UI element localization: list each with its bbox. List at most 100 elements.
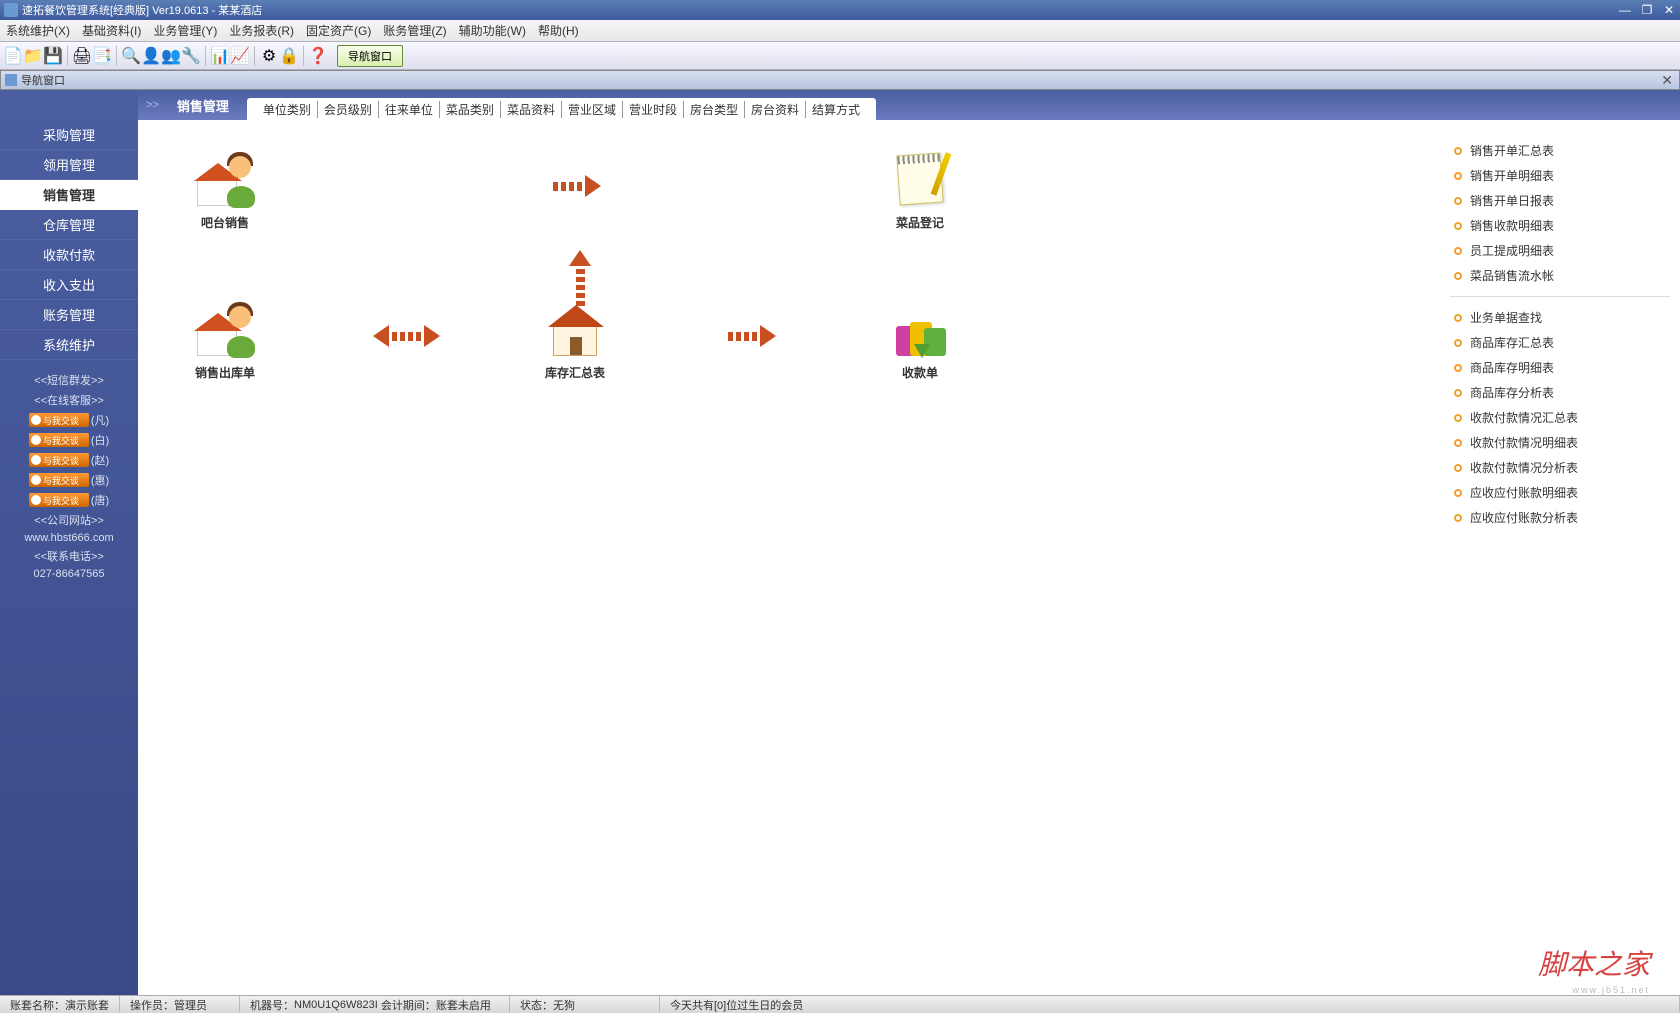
qq-link-5[interactable]: 与我交谈(唐) xyxy=(0,490,138,510)
company-site-label: <<公司网站>> xyxy=(0,510,138,530)
restore-button[interactable]: ❐ xyxy=(1636,3,1658,17)
tb-icon-12[interactable]: ⚙ xyxy=(260,47,278,65)
report-link[interactable]: 收款付款情况分析表 xyxy=(1450,455,1670,480)
report-label: 商品库存明细表 xyxy=(1470,359,1554,376)
sub-window-title: 导航窗口 xyxy=(21,72,65,88)
report-link[interactable]: 销售开单明细表 xyxy=(1450,163,1670,188)
tb-icon-13[interactable]: 🔒 xyxy=(280,47,298,65)
menubar: 系统维护(X) 基础资料(I) 业务管理(Y) 业务报表(R) 固定资产(G) … xyxy=(0,20,1680,42)
menu-assets[interactable]: 固定资产(G) xyxy=(306,22,371,39)
tb-icon-9[interactable]: 🔧 xyxy=(182,47,200,65)
arrow-right-2-icon xyxy=(728,325,776,347)
bullet-icon xyxy=(1454,272,1462,280)
online-service-label: <<在线客服>> xyxy=(0,390,138,410)
tb-icon-7[interactable]: 👤 xyxy=(142,47,160,65)
report-link[interactable]: 销售开单汇总表 xyxy=(1450,138,1670,163)
tab-unit-category[interactable]: 单位类别 xyxy=(257,101,318,118)
close-button[interactable]: ✕ xyxy=(1658,3,1680,17)
tb-icon-14[interactable]: ❓ xyxy=(309,47,327,65)
qq-link-2[interactable]: 与我交谈(白) xyxy=(0,430,138,450)
qq-link-4[interactable]: 与我交谈(惠) xyxy=(0,470,138,490)
report-link[interactable]: 菜品销售流水帐 xyxy=(1450,263,1670,288)
tb-icon-8[interactable]: 👥 xyxy=(162,47,180,65)
sms-link[interactable]: <<短信群发>> xyxy=(0,370,138,390)
sidebar-item-maintenance[interactable]: 系统维护 xyxy=(0,330,138,360)
section-header: >> 销售管理 单位类别 会员级别 往来单位 菜品类别 菜品资料 营业区域 营业… xyxy=(138,90,1680,120)
tb-icon-1[interactable]: 📄 xyxy=(4,47,22,65)
tab-member-level[interactable]: 会员级别 xyxy=(318,101,379,118)
bullet-icon xyxy=(1454,339,1462,347)
sidebar-item-income[interactable]: 收入支出 xyxy=(0,270,138,300)
sidebar-item-accounting[interactable]: 账务管理 xyxy=(0,300,138,330)
tb-icon-10[interactable]: 📊 xyxy=(211,47,229,65)
arrow-bidir-icon xyxy=(373,325,440,347)
arrow-up-icon xyxy=(569,250,591,306)
menu-reports[interactable]: 业务报表(R) xyxy=(229,22,294,39)
tab-room-type[interactable]: 房台类型 xyxy=(684,101,745,118)
report-link[interactable]: 销售收款明细表 xyxy=(1450,213,1670,238)
app-icon xyxy=(4,3,18,17)
sidebar-extra: <<短信群发>> <<在线客服>> 与我交谈(凡) 与我交谈(白) 与我交谈(赵… xyxy=(0,370,138,582)
tel-label: <<联系电话>> xyxy=(0,546,138,566)
tel-number: 027-86647565 xyxy=(0,566,138,582)
bullet-icon xyxy=(1454,364,1462,372)
sidebar-item-sales[interactable]: 销售管理 xyxy=(0,180,138,210)
sidebar: 采购管理 领用管理 销售管理 仓库管理 收款付款 收入支出 账务管理 系统维护 … xyxy=(0,90,138,995)
qq-link-1[interactable]: 与我交谈(凡) xyxy=(0,410,138,430)
tab-contact-unit[interactable]: 往来单位 xyxy=(379,101,440,118)
node-receipt[interactable]: 收款单 xyxy=(888,300,952,381)
tab-settlement[interactable]: 结算方式 xyxy=(806,101,866,118)
menu-aux[interactable]: 辅助功能(W) xyxy=(459,22,526,39)
qq-link-3[interactable]: 与我交谈(赵) xyxy=(0,450,138,470)
tb-icon-6[interactable]: 🔍 xyxy=(122,47,140,65)
menu-accounts[interactable]: 账务管理(Z) xyxy=(383,22,446,39)
menu-system[interactable]: 系统维护(X) xyxy=(6,22,70,39)
report-link[interactable]: 销售开单日报表 xyxy=(1450,188,1670,213)
bullet-icon xyxy=(1454,514,1462,522)
bullet-icon xyxy=(1454,464,1462,472)
tab-business-area[interactable]: 营业区域 xyxy=(562,101,623,118)
header-prefix: >> xyxy=(146,99,159,111)
menu-help[interactable]: 帮助(H) xyxy=(538,22,579,39)
report-link[interactable]: 商品库存明细表 xyxy=(1450,355,1670,380)
report-link[interactable]: 收款付款情况汇总表 xyxy=(1450,405,1670,430)
bullet-icon xyxy=(1454,389,1462,397)
company-site-link[interactable]: www.hbst666.com xyxy=(0,530,138,546)
report-link[interactable]: 商品库存分析表 xyxy=(1450,380,1670,405)
node-bar-sales[interactable]: 吧台销售 xyxy=(193,150,257,231)
nav-window-button[interactable]: 导航窗口 xyxy=(337,45,403,67)
menu-basic[interactable]: 基础资料(I) xyxy=(82,22,141,39)
tab-dish-info[interactable]: 菜品资料 xyxy=(501,101,562,118)
bullet-icon xyxy=(1454,247,1462,255)
tb-icon-3[interactable]: 💾 xyxy=(44,47,62,65)
report-label: 收款付款情况分析表 xyxy=(1470,459,1578,476)
sidebar-item-requisition[interactable]: 领用管理 xyxy=(0,150,138,180)
tb-icon-4[interactable]: 🖨 xyxy=(73,47,91,65)
sidebar-item-payment[interactable]: 收款付款 xyxy=(0,240,138,270)
sidebar-item-purchase[interactable]: 采购管理 xyxy=(0,120,138,150)
sidebar-item-warehouse[interactable]: 仓库管理 xyxy=(0,210,138,240)
watermark: 脚本之家 xyxy=(1538,943,1650,983)
report-link[interactable]: 商品库存汇总表 xyxy=(1450,330,1670,355)
report-link[interactable]: 业务单据查找 xyxy=(1450,305,1670,330)
report-link[interactable]: 应收应付账款明细表 xyxy=(1450,480,1670,505)
tb-icon-2[interactable]: 📁 xyxy=(24,47,42,65)
minimize-button[interactable]: — xyxy=(1614,3,1636,17)
flow-canvas: 吧台销售 菜品登记 销售出库单 xyxy=(138,120,1680,995)
report-link[interactable]: 员工提成明细表 xyxy=(1450,238,1670,263)
report-link[interactable]: 收款付款情况明细表 xyxy=(1450,430,1670,455)
report-link[interactable]: 应收应付账款分析表 xyxy=(1450,505,1670,530)
status-machine: NM0U1Q6W823I xyxy=(294,999,378,1011)
menu-business[interactable]: 业务管理(Y) xyxy=(153,22,217,39)
report-label: 员工提成明细表 xyxy=(1470,242,1554,259)
report-label: 应收应付账款分析表 xyxy=(1470,509,1578,526)
node-stock-summary[interactable]: 库存汇总表 xyxy=(543,300,607,381)
sub-window-close[interactable]: ✕ xyxy=(1661,72,1673,89)
tab-room-info[interactable]: 房台资料 xyxy=(745,101,806,118)
node-dish-register[interactable]: 菜品登记 xyxy=(888,150,952,231)
tb-icon-11[interactable]: 📈 xyxy=(231,47,249,65)
tab-business-time[interactable]: 营业时段 xyxy=(623,101,684,118)
tb-icon-5[interactable]: 📑 xyxy=(93,47,111,65)
node-sales-outbound[interactable]: 销售出库单 xyxy=(193,300,257,381)
tab-dish-category[interactable]: 菜品类别 xyxy=(440,101,501,118)
